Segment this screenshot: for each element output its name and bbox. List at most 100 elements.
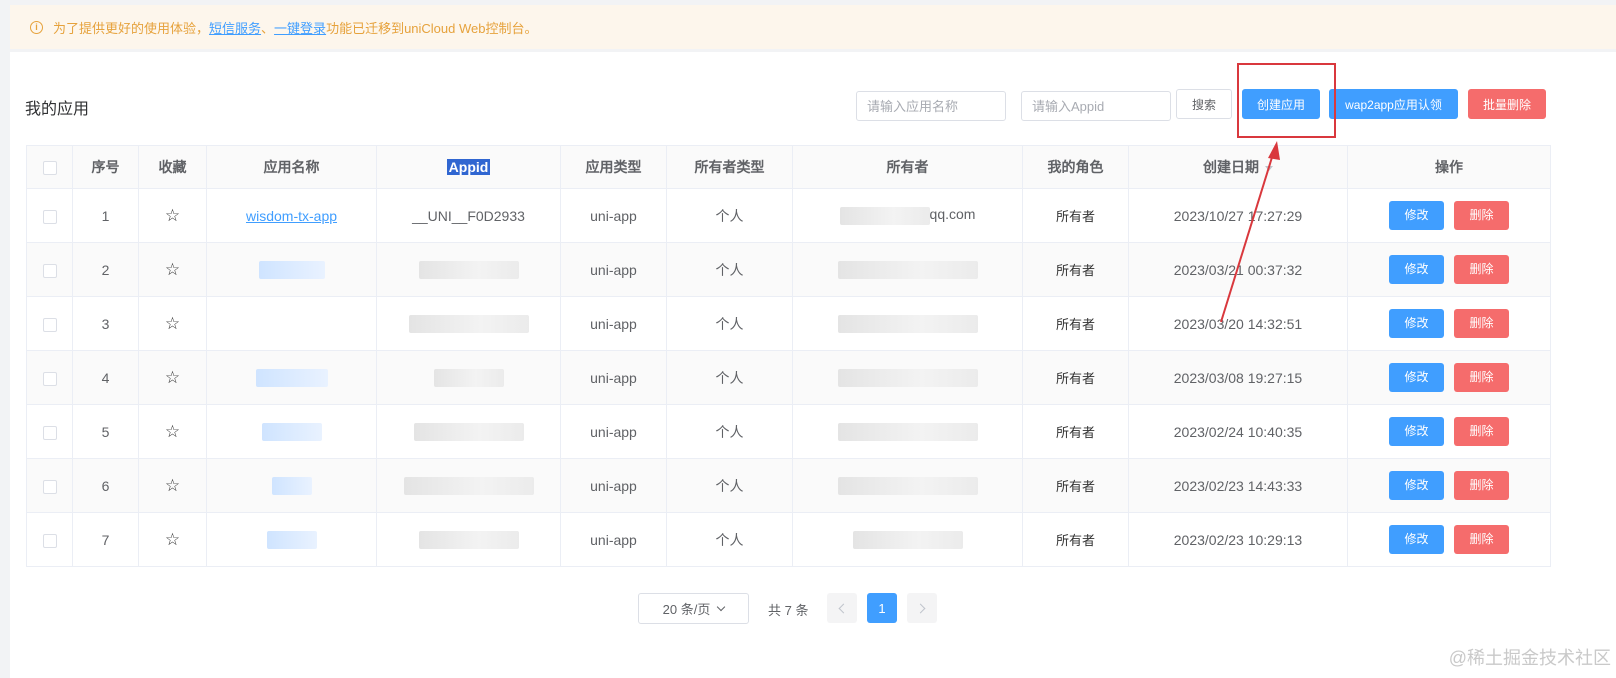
table-row: 2 ☆ uni-app 个人 所有者 2023/03/21 00:37:32 修改 删除: [26, 242, 1551, 297]
row-created: 2023/03/08 19:27:15: [1128, 350, 1348, 405]
row-created: 2023/02/23 10:29:13: [1128, 512, 1348, 567]
owner-redacted: [837, 476, 978, 495]
edit-button[interactable]: 修改: [1389, 255, 1444, 284]
app-name-redacted[interactable]: [258, 260, 325, 279]
row-index: 2: [72, 242, 139, 297]
row-checkbox[interactable]: [42, 209, 57, 224]
row-owner-type: 个人: [666, 458, 793, 513]
row-owner-cell: [792, 242, 1023, 297]
row-fav-cell[interactable]: ☆: [138, 296, 207, 351]
pager-total: 共 7 条: [768, 603, 809, 618]
next-page-button[interactable]: [907, 593, 937, 623]
row-fav-cell[interactable]: ☆: [138, 512, 207, 567]
app-name-redacted[interactable]: [255, 368, 328, 387]
row-checkbox[interactable]: [42, 317, 57, 332]
edit-button[interactable]: 修改: [1389, 309, 1444, 338]
star-icon[interactable]: ☆: [165, 206, 180, 225]
row-role-cell: 所有者: [1022, 350, 1129, 405]
edit-button[interactable]: 修改: [1389, 525, 1444, 554]
edit-button[interactable]: 修改: [1389, 417, 1444, 446]
row-fav-cell[interactable]: ☆: [138, 188, 207, 243]
appid-search-input[interactable]: [1021, 91, 1171, 121]
row-checkbox[interactable]: [42, 479, 57, 494]
prev-page-button[interactable]: [827, 593, 857, 623]
search-button[interactable]: 搜索: [1176, 89, 1232, 119]
delete-button[interactable]: 删除: [1454, 525, 1509, 554]
row-select-cell[interactable]: [26, 512, 73, 567]
row-select-cell[interactable]: [26, 350, 73, 405]
app-name-redacted[interactable]: [266, 530, 317, 549]
sort-caret-icon[interactable]: [1265, 165, 1273, 171]
wap2app-claim-button[interactable]: wap2app应用认领: [1329, 89, 1458, 119]
current-page-button[interactable]: 1: [867, 593, 897, 623]
row-select-cell[interactable]: [26, 404, 73, 459]
notice-separator: 、: [261, 20, 275, 36]
delete-button[interactable]: 删除: [1454, 255, 1509, 284]
row-fav-cell[interactable]: ☆: [138, 350, 207, 405]
star-icon[interactable]: ☆: [165, 260, 180, 279]
row-select-cell[interactable]: [26, 188, 73, 243]
header-owner-type: 所有者类型: [666, 145, 793, 189]
row-owner-type: 个人: [666, 350, 793, 405]
app-name-redacted[interactable]: [271, 476, 312, 495]
row-fav-cell[interactable]: ☆: [138, 242, 207, 297]
header-fav: 收藏: [138, 145, 207, 189]
row-type: uni-app: [560, 242, 667, 297]
row-role-cell: 所有者: [1022, 188, 1129, 243]
row-owner-cell: [792, 512, 1023, 567]
header-name: 应用名称: [206, 145, 377, 189]
edit-button[interactable]: 修改: [1389, 201, 1444, 230]
row-owner-type: 个人: [666, 188, 793, 243]
row-owner-type: 个人: [666, 296, 793, 351]
row-owner-cell: [792, 350, 1023, 405]
row-checkbox[interactable]: [42, 533, 57, 548]
app-name-link[interactable]: wisdom-tx-app: [246, 208, 337, 224]
star-icon[interactable]: ☆: [165, 368, 180, 387]
header-role: 我的角色: [1022, 145, 1129, 189]
app-name-search-input[interactable]: [856, 91, 1006, 121]
row-fav-cell[interactable]: ☆: [138, 404, 207, 459]
create-app-button[interactable]: 创建应用: [1242, 89, 1320, 119]
edit-button[interactable]: 修改: [1389, 471, 1444, 500]
delete-button[interactable]: 删除: [1454, 201, 1509, 230]
header-created[interactable]: 创建日期: [1128, 145, 1348, 189]
row-fav-cell[interactable]: ☆: [138, 458, 207, 513]
row-appid-cell: [376, 242, 561, 297]
table-row: 5 ☆ uni-app 个人 所有者 2023/02/24 10:40:35 修改 删除: [26, 404, 1551, 459]
row-role-cell: 所有者: [1022, 458, 1129, 513]
edit-button[interactable]: 修改: [1389, 363, 1444, 392]
row-owner-type: 个人: [666, 404, 793, 459]
row-owner-type: 个人: [666, 242, 793, 297]
row-checkbox[interactable]: [42, 263, 57, 278]
row-owner-type: 个人: [666, 512, 793, 567]
delete-button[interactable]: 删除: [1454, 363, 1509, 392]
star-icon[interactable]: ☆: [165, 530, 180, 549]
select-all-checkbox[interactable]: [42, 161, 57, 176]
row-checkbox[interactable]: [42, 425, 57, 440]
delete-button[interactable]: 删除: [1454, 471, 1509, 500]
row-checkbox[interactable]: [42, 371, 57, 386]
appid-redacted: [408, 314, 529, 333]
delete-button[interactable]: 删除: [1454, 417, 1509, 446]
page-size-label: 20 条/页: [662, 602, 711, 617]
sms-service-link[interactable]: 短信服务: [209, 18, 261, 37]
delete-button[interactable]: 删除: [1454, 309, 1509, 338]
row-type: uni-app: [560, 350, 667, 405]
row-select-cell[interactable]: [26, 296, 73, 351]
header-select-all[interactable]: [26, 145, 73, 189]
row-ops: 修改 删除: [1389, 417, 1509, 446]
page-size-select[interactable]: 20 条/页: [638, 593, 749, 624]
row-role-cell: 所有者: [1022, 404, 1129, 459]
batch-delete-button[interactable]: 批量删除: [1468, 89, 1546, 119]
row-select-cell[interactable]: [26, 242, 73, 297]
row-select-cell[interactable]: [26, 458, 73, 513]
star-icon[interactable]: ☆: [165, 422, 180, 441]
table-row: 4 ☆ uni-app 个人 所有者 2023/03/08 19:27:15 修改 删除: [26, 350, 1551, 405]
star-icon[interactable]: ☆: [165, 314, 180, 333]
watermark: @稀土掘金技术社区: [1448, 648, 1611, 668]
star-icon[interactable]: ☆: [165, 476, 180, 495]
one-click-login-link[interactable]: 一键登录: [274, 18, 326, 37]
app-name-redacted[interactable]: [261, 422, 322, 441]
row-name-cell: [206, 404, 377, 459]
row-owner-cell: [792, 458, 1023, 513]
